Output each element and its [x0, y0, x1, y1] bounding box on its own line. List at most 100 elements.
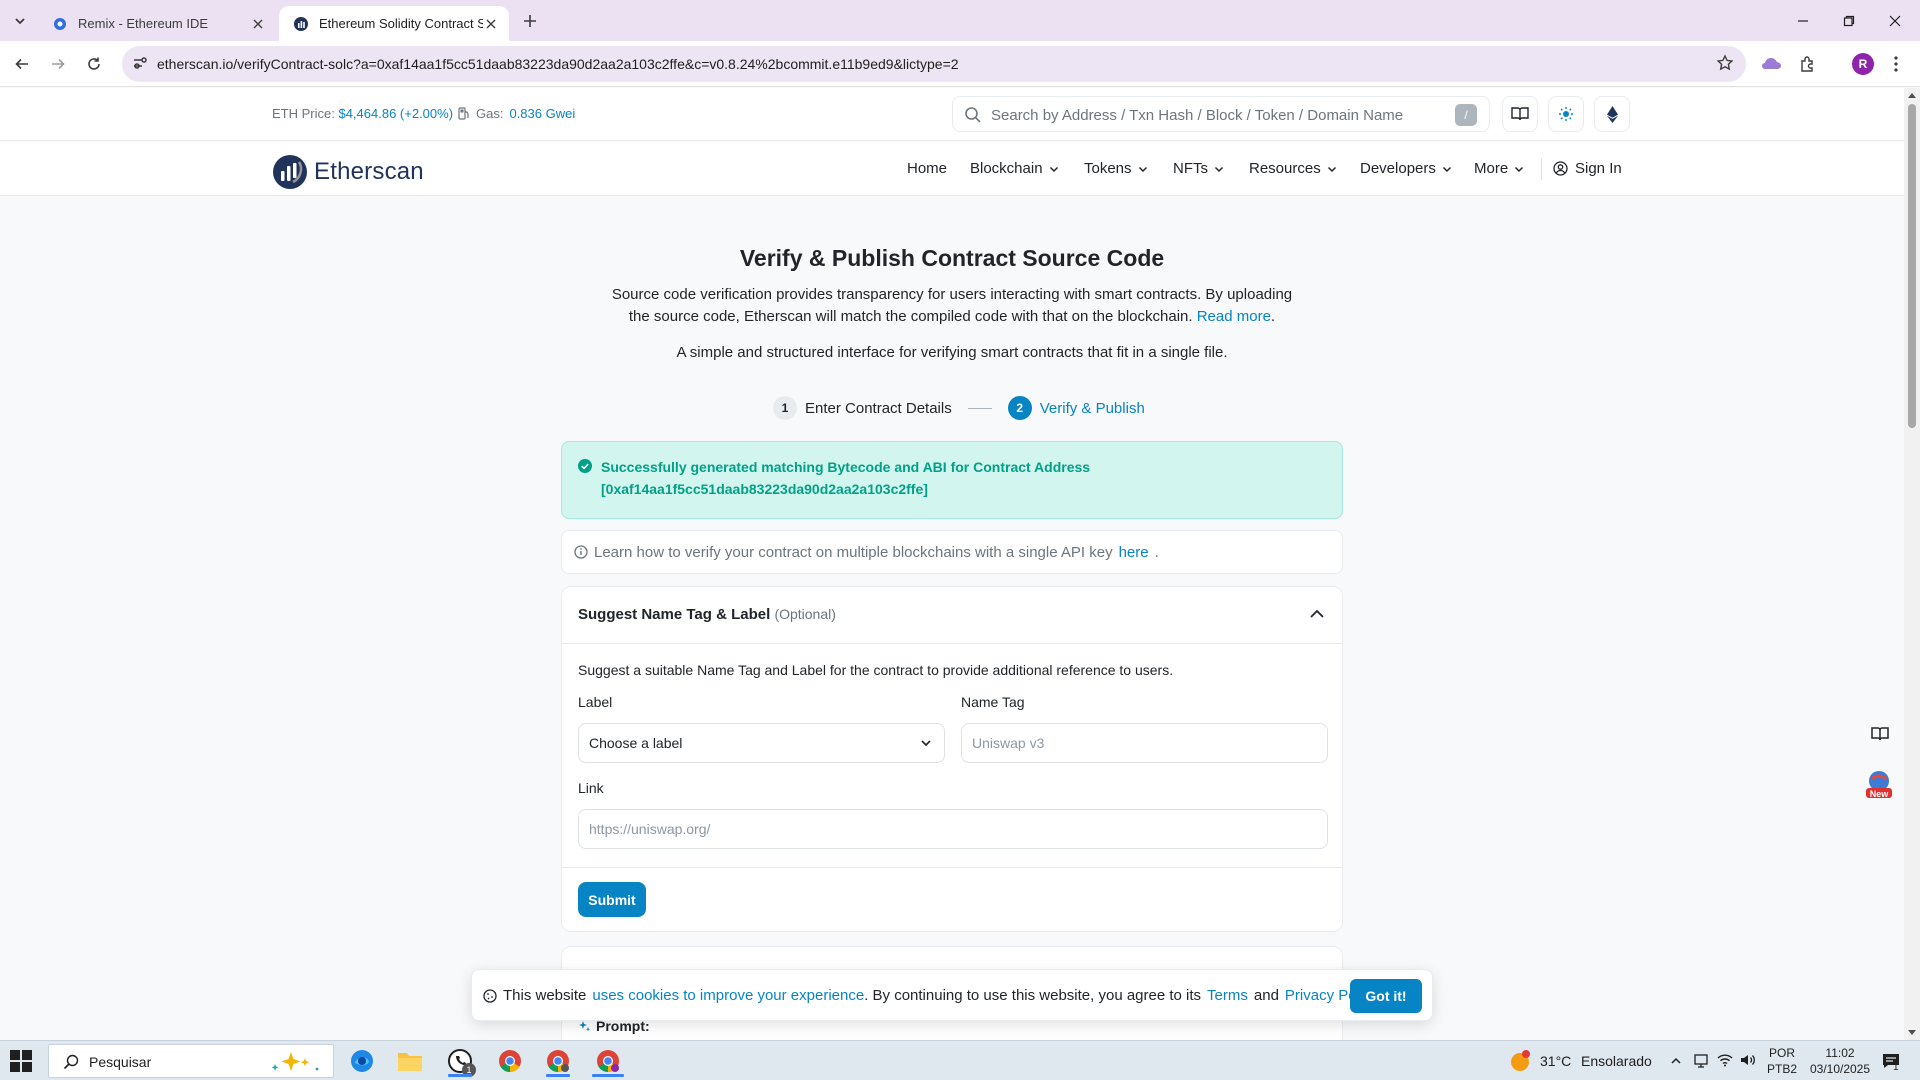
sparkle-icon — [579, 1020, 591, 1031]
search-box[interactable]: Search by Address / Txn Hash / Block / T… — [952, 96, 1490, 132]
card-description: Suggest a suitable Name Tag and Label fo… — [578, 662, 1174, 678]
taskbar-search[interactable]: Pesquisar — [48, 1044, 334, 1078]
theme-toggle-button[interactable] — [1548, 96, 1584, 132]
minimize-window-icon[interactable] — [1780, 0, 1826, 41]
step-connector — [967, 407, 992, 409]
back-arrow-icon[interactable] — [8, 50, 36, 78]
site-info-icon[interactable] — [132, 55, 148, 71]
scrollbar-thumb[interactable] — [1908, 104, 1916, 428]
scroll-down-arrow-icon[interactable] — [1908, 1030, 1916, 1036]
terms-link[interactable]: Terms — [1207, 987, 1248, 1004]
edge-taskbar-icon[interactable] — [342, 1045, 382, 1077]
nav-developers[interactable]: Developers — [1360, 160, 1452, 177]
whatsapp-taskbar-icon[interactable]: 1 — [440, 1045, 480, 1077]
name-tag-input[interactable] — [961, 723, 1328, 763]
taskbar-search-input[interactable]: Pesquisar — [89, 1054, 151, 1070]
step-1-label: Enter Contract Details — [805, 399, 952, 417]
label-select[interactable]: Choose a label — [578, 723, 945, 763]
info-banner: Learn how to verify your contract on mul… — [561, 530, 1343, 574]
page-title: Verify & Publish Contract Source Code — [739, 245, 1165, 271]
weather-desc[interactable]: Ensolarado — [1581, 1053, 1652, 1069]
search-input[interactable]: Search by Address / Txn Hash / Block / T… — [991, 107, 1403, 124]
step-1-number: 1 — [773, 396, 797, 420]
submit-button[interactable]: Submit — [578, 882, 646, 917]
card-header[interactable]: Suggest Name Tag & Label (Optional) — [562, 587, 1342, 644]
cookie-policy-link[interactable]: uses cookies to improve your experience — [592, 987, 864, 1004]
chevron-down-icon — [920, 737, 932, 749]
clock-date[interactable]: 03/10/2025 — [1800, 1062, 1880, 1076]
clock-time[interactable]: 11:02 — [1800, 1046, 1880, 1060]
nav-home[interactable]: Home — [907, 160, 947, 177]
weather-temp[interactable]: 31°C — [1540, 1053, 1571, 1069]
restore-window-icon[interactable] — [1826, 0, 1872, 41]
chevron-up-icon[interactable] — [1308, 605, 1326, 623]
browser-menu-icon[interactable] — [1884, 52, 1908, 76]
cookie-accept-button[interactable]: Got it! — [1350, 979, 1422, 1013]
reload-icon[interactable] — [80, 50, 108, 78]
new-feature-badge[interactable]: New — [1864, 769, 1894, 799]
tray-chevron-up-icon[interactable] — [1670, 1055, 1682, 1067]
scroll-up-arrow-icon[interactable] — [1908, 92, 1916, 98]
search-shortcut-badge: / — [1455, 104, 1477, 126]
chrome-profile-taskbar-icon[interactable] — [538, 1045, 578, 1077]
url-text: etherscan.io/verifyContract-solc?a=0xaf1… — [157, 56, 959, 72]
close-tab-icon[interactable] — [483, 16, 499, 32]
close-window-icon[interactable] — [1872, 0, 1918, 41]
side-reader-book-icon[interactable] — [1866, 720, 1894, 748]
read-more-link[interactable]: Read more — [1197, 308, 1271, 325]
reader-view-button[interactable] — [1502, 96, 1538, 132]
nav-divider — [1541, 158, 1542, 180]
sign-in-link[interactable]: Sign In — [1553, 160, 1622, 177]
cookie-banner: This website uses cookies to improve you… — [471, 969, 1433, 1021]
subtitle-text: A simple and structured interface for ve… — [676, 344, 1228, 361]
tab-search-chevron-icon[interactable] — [8, 9, 32, 33]
input-language[interactable]: POR — [1764, 1046, 1800, 1060]
windows-start-icon[interactable] — [10, 1050, 32, 1072]
chrome-active-taskbar-icon[interactable] — [588, 1045, 628, 1077]
etherscan-logo[interactable]: Etherscan — [272, 154, 424, 190]
sparkles-icon — [271, 1052, 319, 1071]
chevron-down-icon — [1327, 166, 1336, 172]
chevron-down-icon — [1515, 166, 1524, 172]
nav-resources[interactable]: Resources — [1249, 160, 1337, 177]
file-explorer-taskbar-icon[interactable] — [390, 1045, 430, 1077]
new-tab-plus-icon[interactable] — [518, 9, 542, 33]
meet-now-icon[interactable] — [1694, 1053, 1708, 1069]
chevron-down-icon — [1214, 166, 1224, 172]
forward-arrow-icon[interactable] — [44, 50, 72, 78]
keyboard-layout[interactable]: PTB2 — [1764, 1062, 1800, 1076]
wifi-icon[interactable] — [1717, 1053, 1733, 1067]
omnibox[interactable]: etherscan.io/verifyContract-solc?a=0xaf1… — [122, 46, 1746, 82]
nav-more[interactable]: More — [1474, 160, 1524, 177]
browser-address-bar: etherscan.io/verifyContract-solc?a=0xaf1… — [0, 41, 1920, 87]
profile-avatar[interactable]: R — [1852, 53, 1874, 75]
book-icon — [1511, 107, 1529, 121]
extension-cloud-icon[interactable] — [1760, 52, 1784, 76]
success-alert: Successfully generated matching Bytecode… — [561, 441, 1343, 519]
chevron-down-icon — [1138, 166, 1147, 172]
nav-blockchain[interactable]: Blockchain — [970, 160, 1059, 177]
logo-wordmark: Etherscan — [314, 158, 424, 185]
page-scrollbar[interactable] — [1904, 88, 1920, 1040]
top-info-strip: ETH Price: $4,464.86 (+2.00%) Gas: 0.836… — [0, 88, 1904, 141]
volume-icon[interactable] — [1740, 1053, 1756, 1067]
gas-value[interactable]: 0.836 Gwei — [509, 106, 575, 121]
etherscan-favicon-icon — [294, 16, 308, 31]
nav-tokens[interactable]: Tokens — [1084, 160, 1148, 177]
gas-price: Gas: 0.836 Gwei — [458, 106, 575, 121]
link-input[interactable] — [578, 809, 1328, 849]
close-tab-icon[interactable] — [250, 16, 266, 32]
chrome-taskbar-icon[interactable] — [490, 1045, 530, 1077]
bookmark-star-icon[interactable] — [1716, 54, 1734, 72]
extensions-puzzle-icon[interactable] — [1796, 52, 1820, 76]
site-header: Etherscan Home Blockchain Tokens NFTs Re… — [0, 142, 1904, 196]
browser-tab-remix[interactable]: Remix - Ethereum IDE — [38, 6, 276, 41]
tab-title: Ethereum Solidity Contract Sou — [319, 16, 483, 31]
eth-price-value[interactable]: $4,464.86 (+2.00%) — [338, 106, 453, 121]
new-badge-label: New — [1869, 789, 1889, 799]
api-info-link[interactable]: here — [1119, 544, 1149, 561]
nav-nfts[interactable]: NFTs — [1173, 160, 1224, 177]
contract-address: [0xaf14aa1f5cc51daab83223da90d2aa2a103c2… — [601, 481, 928, 497]
network-switch-button[interactable] — [1594, 96, 1630, 132]
browser-tab-etherscan[interactable]: Ethereum Solidity Contract Sou — [279, 6, 509, 41]
